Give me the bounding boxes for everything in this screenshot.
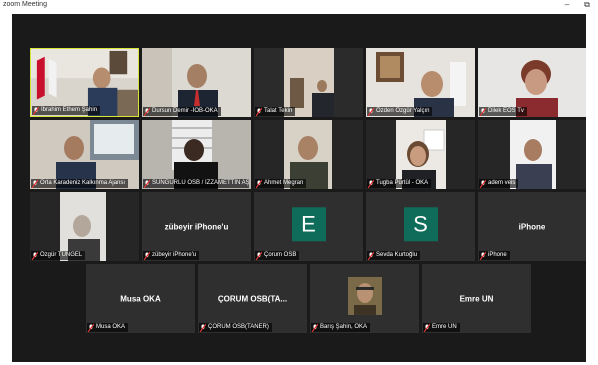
muted-mic-icon: [480, 107, 486, 116]
muted-mic-icon: [144, 179, 150, 188]
participant-tile[interactable]: İbrahim Ethem Şahin: [30, 48, 139, 117]
participant-tile[interactable]: Orta Karadeniz Kalkınma Ajansı: [30, 120, 139, 189]
window-titlebar: zoom Meeting – ⧉: [0, 0, 598, 11]
participant-tile[interactable]: ÇORUM OSB(TA... ÇORUM OSB(TANER): [198, 264, 307, 333]
participant-display-name: Musa OKA: [120, 294, 161, 303]
muted-mic-icon: [368, 107, 374, 116]
profile-photo-image: [347, 276, 382, 315]
participant-tile[interactable]: iPhone iPhone: [478, 192, 586, 261]
participant-display-name: Emre UN: [459, 294, 494, 303]
muted-mic-icon: [312, 323, 318, 332]
participant-name-label: adem veis: [479, 179, 519, 188]
participant-name-label: Ahmet Megran: [255, 179, 307, 188]
muted-mic-icon: [256, 179, 262, 188]
participant-profile-photo: [347, 276, 382, 315]
participant-display-name: zübeyir iPhone'u: [164, 222, 229, 231]
participant-display-name: iPhone: [518, 222, 546, 231]
gallery-view: İbrahim Ethem Şahin Dursun Demir -İOB-OK…: [12, 14, 586, 362]
muted-mic-icon: [144, 251, 150, 260]
muted-mic-icon: [88, 323, 94, 332]
participant-name-label: ÇORUM OSB(TANER): [199, 323, 272, 332]
participant-name-label: Emre UN: [423, 323, 460, 332]
participant-display-name: ÇORUM OSB(TA...: [217, 294, 288, 303]
muted-mic-icon: [33, 106, 39, 115]
muted-mic-icon: [144, 107, 150, 116]
participant-tile[interactable]: Barış Şahin, OKA: [310, 264, 419, 333]
participant-tile[interactable]: adem veis: [478, 120, 586, 189]
participant-tile[interactable]: zübeyir iPhone'u zübeyir iPhone'u: [142, 192, 251, 261]
muted-mic-icon: [32, 179, 38, 188]
participant-name-label: Talat Tekin: [255, 107, 296, 116]
participant-tile[interactable]: Musa OKA Musa OKA: [86, 264, 195, 333]
participant-tile[interactable]: Özgür TÜNGEL: [30, 192, 139, 261]
participant-tile[interactable]: Tugba Pürtül - OKA: [366, 120, 475, 189]
participant-name-label: Musa OKA: [87, 323, 129, 332]
participant-name-label: Dursun Demir -İOB-OKA: [143, 107, 221, 116]
participant-tile[interactable]: Dursun Demir -İOB-OKA: [142, 48, 251, 117]
participant-name-label: Dilek EOS Tv: [479, 107, 527, 116]
muted-mic-icon: [424, 323, 430, 332]
participant-name-label: zübeyir iPhone'u: [143, 251, 200, 260]
participant-avatar: E: [291, 206, 326, 241]
participant-name-label: Çorum OSB: [255, 251, 300, 260]
participant-tile[interactable]: S Sevda Kurtoğlu: [366, 192, 475, 261]
muted-mic-icon: [256, 107, 262, 116]
participant-tile[interactable]: SUNGURLU OSB / İZZAMETTİN AŞAN: [142, 120, 251, 189]
participant-name-label: İbrahim Ethem Şahin: [32, 106, 101, 115]
participant-tile[interactable]: Emre UN Emre UN: [422, 264, 531, 333]
participant-name-label: SUNGURLU OSB / İZZAMETTİN AŞAN: [143, 179, 250, 188]
muted-mic-icon: [32, 251, 38, 260]
muted-mic-icon: [200, 323, 206, 332]
participant-tile[interactable]: E Çorum OSB: [254, 192, 363, 261]
participant-tile[interactable]: Özden Özgür Yalçın: [366, 48, 475, 117]
participant-tile[interactable]: Talat Tekin: [254, 48, 363, 117]
participant-name-label: iPhone: [479, 251, 510, 260]
muted-mic-icon: [480, 251, 486, 260]
window-title: zoom Meeting: [3, 1, 47, 8]
participant-name-label: Sevda Kurtoğlu: [367, 251, 421, 260]
participant-name-label: Özgür TÜNGEL: [31, 251, 86, 260]
participant-name-label: Tugba Pürtül - OKA: [367, 179, 432, 188]
muted-mic-icon: [368, 179, 374, 188]
muted-mic-icon: [256, 251, 262, 260]
minimize-button[interactable]: –: [560, 0, 574, 11]
participant-avatar: S: [403, 206, 438, 241]
participant-name-label: Orta Karadeniz Kalkınma Ajansı: [31, 179, 129, 188]
restore-button[interactable]: ⧉: [580, 0, 594, 11]
muted-mic-icon: [480, 179, 486, 188]
participant-name-label: Barış Şahin, OKA: [311, 323, 371, 332]
participant-tile[interactable]: Dilek EOS Tv: [478, 48, 586, 117]
participant-tile[interactable]: Ahmet Megran: [254, 120, 363, 189]
muted-mic-icon: [368, 251, 374, 260]
participant-name-label: Özden Özgür Yalçın: [367, 107, 433, 116]
